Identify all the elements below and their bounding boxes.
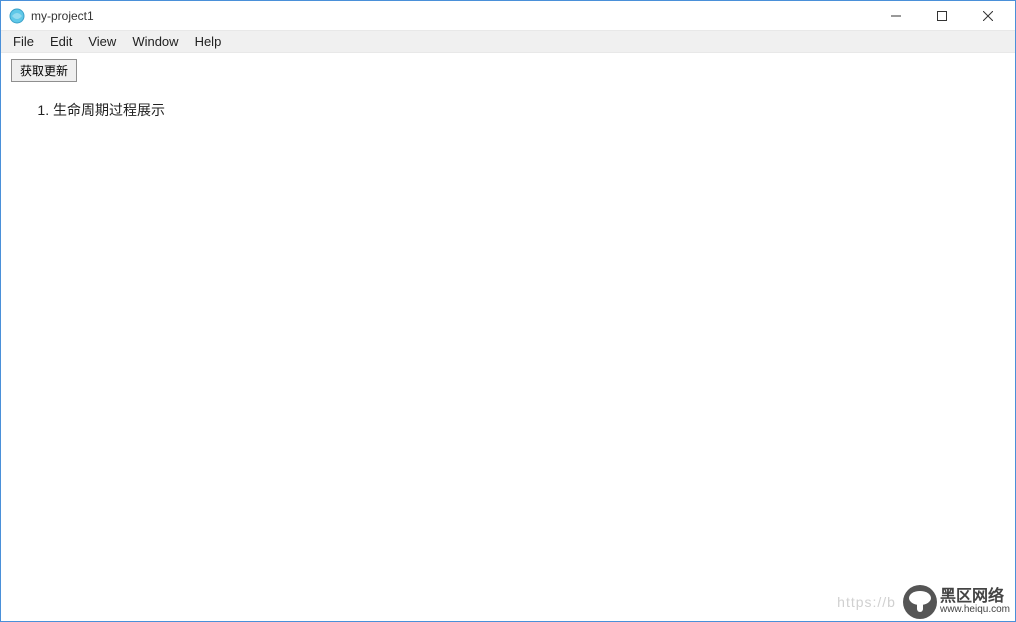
content-area: 生命周期过程展示	[1, 88, 1015, 621]
toolbar: 获取更新	[1, 53, 1015, 88]
list-item: 生命周期过程展示	[53, 100, 999, 120]
maximize-icon	[937, 11, 947, 21]
menu-file[interactable]: File	[5, 32, 42, 51]
app-icon	[9, 8, 25, 24]
menu-window[interactable]: Window	[124, 32, 186, 51]
menubar: File Edit View Window Help	[1, 31, 1015, 53]
titlebar[interactable]: my-project1	[1, 1, 1015, 31]
window-title: my-project1	[31, 9, 873, 23]
minimize-icon	[891, 11, 901, 21]
menu-edit[interactable]: Edit	[42, 32, 80, 51]
close-icon	[983, 11, 993, 21]
window-controls	[873, 1, 1011, 30]
menu-help[interactable]: Help	[187, 32, 230, 51]
maximize-button[interactable]	[919, 2, 965, 30]
close-button[interactable]	[965, 2, 1011, 30]
menu-view[interactable]: View	[80, 32, 124, 51]
update-button[interactable]: 获取更新	[11, 59, 77, 82]
content-list: 生命周期过程展示	[33, 100, 999, 120]
app-window: my-project1 File Edit View Window Help 获…	[0, 0, 1016, 622]
minimize-button[interactable]	[873, 2, 919, 30]
